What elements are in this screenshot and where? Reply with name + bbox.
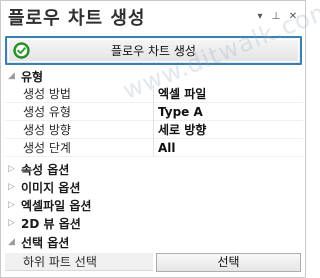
close-icon[interactable]: ✕ [286,9,300,23]
section-type[interactable]: ◢ 유형 [5,67,303,85]
prop-value[interactable]: 엑셀 파일 [154,85,303,103]
create-flowchart-button[interactable]: 플로우 차트 생성 [5,36,302,65]
section-excel-options[interactable]: ▷ 엑셀파일 옵션 [5,196,303,214]
dropdown-icon[interactable]: ▾ [253,9,267,23]
prop-row-direction[interactable]: 생성 방향 세로 방향 [5,121,303,139]
prop-value[interactable]: All [154,139,303,157]
select-button[interactable]: 선택 [156,253,301,272]
prop-value[interactable]: 세로 방향 [154,121,303,139]
expanded-arrow-icon[interactable]: ◢ [8,236,18,248]
collapsed-arrow-icon[interactable]: ▷ [8,181,18,193]
section-attribute-options[interactable]: ▷ 속성 옵션 [5,160,303,178]
prop-row-subpart-select[interactable]: 하위 파트 선택 선택 [5,253,303,273]
prop-row-level[interactable]: 생성 단계 All [5,139,303,157]
collapsed-arrow-icon[interactable]: ▷ [8,163,18,175]
check-circle-icon [13,42,30,59]
section-label: 유형 [21,70,44,84]
title-bar: 플로우 차트 생성 ▾ ⊥ ✕ [1,1,305,31]
flowchart-panel: 플로우 차트 생성 ▾ ⊥ ✕ 플로우 차트 생성 ◢ 유형 생성 방법 엑셀 … [0,0,320,278]
prop-name: 하위 파트 선택 [5,253,153,271]
prop-row-type[interactable]: 생성 유형 Type A [5,103,303,121]
panel-title: 플로우 차트 생성 [8,8,146,29]
prop-value[interactable]: Type A [154,103,303,121]
prop-row-method[interactable]: 생성 방법 엑셀 파일 [5,85,303,103]
section-label: 2D 뷰 옵션 [21,217,81,231]
section-label: 이미지 옵션 [21,181,81,195]
collapsed-arrow-icon[interactable]: ▷ [8,217,18,229]
prop-name: 생성 유형 [5,103,153,121]
prop-name: 생성 방법 [5,85,153,103]
create-button-label: 플로우 차트 생성 [111,44,196,58]
section-select-options[interactable]: ◢ 선택 옵션 [5,233,303,251]
collapsed-arrow-icon[interactable]: ▷ [8,199,18,211]
prop-name: 생성 방향 [5,121,153,139]
section-2d-view-options[interactable]: ▷ 2D 뷰 옵션 [5,214,303,232]
property-grid: ◢ 유형 생성 방법 엑셀 파일 생성 유형 Type A 생성 방향 세로 방… [5,67,303,275]
section-label: 속성 옵션 [21,163,70,177]
section-label: 선택 옵션 [21,236,70,250]
expanded-arrow-icon[interactable]: ◢ [8,70,18,82]
section-image-options[interactable]: ▷ 이미지 옵션 [5,178,303,196]
prop-name: 생성 단계 [5,139,153,157]
pin-icon[interactable]: ⊥ [269,9,283,23]
section-label: 엑셀파일 옵션 [21,199,92,213]
